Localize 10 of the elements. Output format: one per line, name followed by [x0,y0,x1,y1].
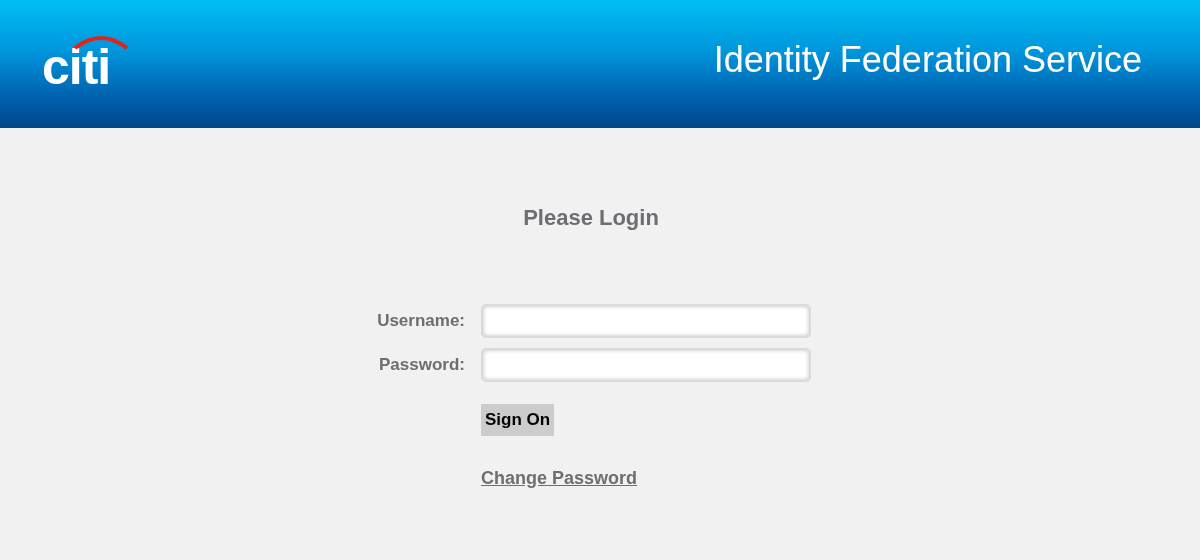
login-heading: Please Login [522,204,660,232]
field-label: Password: [378,355,465,375]
username-field[interactable] [481,304,811,338]
field-label: Username: [376,311,465,331]
sign-on-button[interactable]: Sign On [481,404,555,436]
arc-icon [72,34,130,50]
citi-logo: citi [42,42,111,92]
change-password-link[interactable]: Change Password [481,468,638,489]
password-field[interactable] [481,348,811,382]
header-title: Identity Federation Service [713,39,1142,81]
